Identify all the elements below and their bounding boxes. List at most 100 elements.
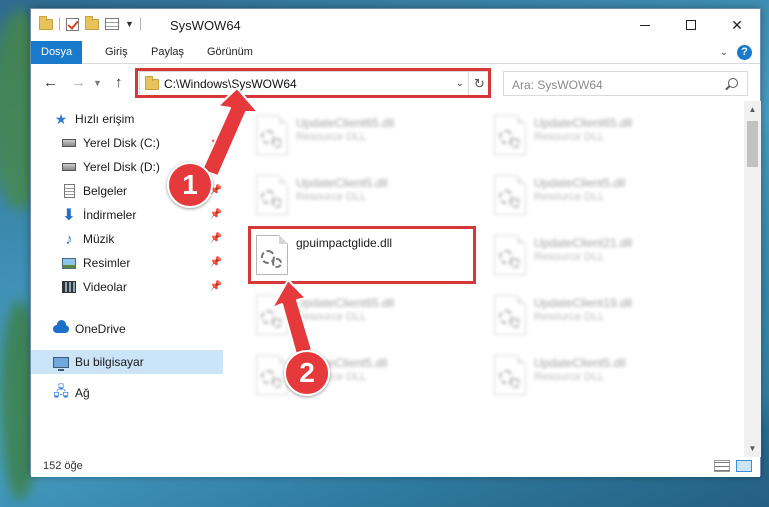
- back-button[interactable]: ←: [43, 74, 58, 91]
- up-button[interactable]: ↑: [115, 74, 123, 91]
- new-folder-icon[interactable]: [85, 15, 99, 30]
- file-name: UpdateClient5.dll: [296, 176, 388, 190]
- file-item[interactable]: UpdateClient21.dll Resource DLL: [482, 227, 718, 283]
- maximize-icon: [686, 20, 696, 30]
- toolbar-separator: [59, 17, 60, 31]
- help-icon[interactable]: ?: [737, 45, 752, 60]
- file-item[interactable]: UpdateClient19.dll Resource DLL: [482, 287, 718, 343]
- sidebar-item-this-pc[interactable]: Bu bilgisayar: [31, 350, 223, 374]
- sidebar-item-label: Bu bilgisayar: [75, 355, 144, 369]
- sidebar-item-videos[interactable]: Videolar 📌: [31, 275, 226, 299]
- file-name: UpdateClient19.dll: [534, 296, 633, 310]
- large-icons-view-icon[interactable]: [736, 460, 752, 472]
- this-pc-icon: [53, 354, 69, 371]
- address-path[interactable]: C:\Windows\SysWOW64: [164, 77, 297, 91]
- toolbar-separator: [139, 17, 141, 31]
- pin-icon[interactable]: 📌: [210, 281, 222, 292]
- file-item[interactable]: UpdateClient5.dll Resource DLL: [244, 167, 480, 223]
- sidebar-item-music[interactable]: ♪ Müzik 📌: [31, 227, 226, 251]
- tab-dosya[interactable]: Dosya: [31, 41, 83, 64]
- details-view-icon[interactable]: [714, 460, 730, 472]
- search-placeholder: Ara: SysWOW64: [512, 78, 603, 92]
- status-bar: 152 öğe: [31, 457, 760, 477]
- file-item[interactable]: UpdateClient5.dll Resource DLL: [482, 347, 718, 403]
- properties-check-icon[interactable]: [66, 17, 79, 31]
- scroll-down-icon[interactable]: ▼: [744, 440, 761, 457]
- pin-icon[interactable]: 📌: [210, 137, 222, 148]
- pin-icon[interactable]: 📌: [210, 257, 222, 268]
- expand-ribbon-icon[interactable]: ⌄: [720, 47, 728, 58]
- dll-file-icon: [494, 355, 526, 395]
- file-type: Resource DLL: [534, 251, 605, 263]
- drive-icon: [61, 159, 77, 175]
- close-icon: ✕: [731, 16, 743, 33]
- tab-paylas[interactable]: Paylaş: [141, 41, 194, 64]
- file-item[interactable]: UpdateClient5.dll Resource DLL: [482, 167, 718, 223]
- dll-file-icon: [256, 295, 288, 335]
- drive-icon: [61, 135, 77, 151]
- step-1-badge: 1: [167, 162, 213, 208]
- chevron-down-icon[interactable]: ⌄: [456, 78, 464, 89]
- dll-file-icon: [494, 175, 526, 215]
- sidebar-item-label: Videolar: [83, 280, 127, 294]
- customize-toolbar-icon[interactable]: [105, 18, 119, 30]
- pin-icon[interactable]: 📌: [210, 161, 222, 172]
- search-icon[interactable]: [728, 78, 738, 88]
- scrollbar-thumb[interactable]: [747, 121, 758, 167]
- recent-locations-icon[interactable]: ▼: [93, 78, 102, 88]
- file-type: Resource DLL: [534, 371, 605, 383]
- dll-file-icon: [256, 175, 288, 215]
- refresh-button[interactable]: ↻: [468, 72, 490, 95]
- sidebar-item-label: Yerel Disk (C:): [83, 136, 160, 150]
- item-count: 152 öğe: [43, 460, 83, 472]
- dll-file-icon: [256, 115, 288, 155]
- file-list: UpdateClient65.dll Resource DLL UpdateCl…: [226, 101, 744, 457]
- dll-file-icon: [494, 235, 526, 275]
- minimize-button[interactable]: [622, 9, 668, 41]
- sidebar-item-local-disk-c[interactable]: Yerel Disk (C:) 📌: [31, 131, 226, 155]
- address-bar[interactable]: C:\Windows\SysWOW64 ⌄ ↻: [139, 71, 491, 96]
- file-item[interactable]: UpdateClient65.dll Resource DLL: [244, 107, 480, 163]
- pin-icon[interactable]: 📌: [210, 233, 222, 244]
- folder-icon: [145, 76, 159, 90]
- sidebar-item-onedrive[interactable]: OneDrive: [31, 317, 226, 341]
- sidebar-item-label: Belgeler: [83, 184, 128, 198]
- sidebar-item-label: OneDrive: [75, 322, 126, 336]
- close-button[interactable]: ✕: [714, 9, 760, 41]
- file-item-gpuimpactglide[interactable]: gpuimpactglide.dll: [244, 227, 480, 283]
- pin-icon[interactable]: 📌: [210, 209, 222, 220]
- file-item[interactable]: UpdateClient5.dll Resource DLL: [244, 347, 480, 403]
- pictures-icon: [61, 255, 77, 271]
- file-name: UpdateClient5.dll: [534, 176, 626, 190]
- file-item[interactable]: UpdateClient65.dll Resource DLL: [244, 287, 480, 343]
- maximize-button[interactable]: [668, 9, 714, 41]
- title-bar: ▼ SysWOW64 ✕: [31, 9, 760, 41]
- search-input[interactable]: Ara: SysWOW64: [503, 71, 748, 96]
- ribbon-tabs: Dosya Giriş Paylaş Görünüm ⌄ ?: [31, 41, 760, 64]
- sidebar-item-quick-access[interactable]: ★ Hızlı erişim: [31, 107, 226, 131]
- forward-button[interactable]: →: [71, 74, 86, 91]
- sidebar-item-pictures[interactable]: Resimler 📌: [31, 251, 226, 275]
- toolbar-dropdown-icon[interactable]: ▼: [125, 19, 134, 29]
- onedrive-icon: [53, 320, 69, 337]
- file-type: Resource DLL: [534, 131, 605, 143]
- file-item[interactable]: UpdateClient65.dll Resource DLL: [482, 107, 718, 163]
- file-type: Resource DLL: [296, 311, 367, 323]
- scroll-up-icon[interactable]: ▲: [744, 101, 761, 118]
- tab-gorunum[interactable]: Görünüm: [197, 41, 263, 64]
- dll-file-icon: [494, 295, 526, 335]
- sidebar-item-label: İndirmeler: [83, 208, 137, 222]
- file-name: UpdateClient65.dll: [296, 296, 395, 310]
- folder-icon: [39, 15, 53, 30]
- sidebar-item-label: Yerel Disk (D:): [83, 160, 160, 174]
- file-type: Resource DLL: [534, 311, 605, 323]
- file-type: Resource DLL: [534, 191, 605, 203]
- sidebar-item-label: Müzik: [83, 232, 115, 246]
- tab-giris[interactable]: Giriş: [95, 41, 138, 64]
- quick-access-toolbar: ▼: [39, 15, 141, 31]
- file-name: gpuimpactglide.dll: [296, 236, 393, 250]
- window-title: SysWOW64: [170, 18, 241, 33]
- vertical-scrollbar[interactable]: ▲ ▼: [744, 101, 761, 457]
- sidebar-item-network[interactable]: 🖧 Ağ: [31, 381, 226, 405]
- documents-icon: [61, 183, 77, 199]
